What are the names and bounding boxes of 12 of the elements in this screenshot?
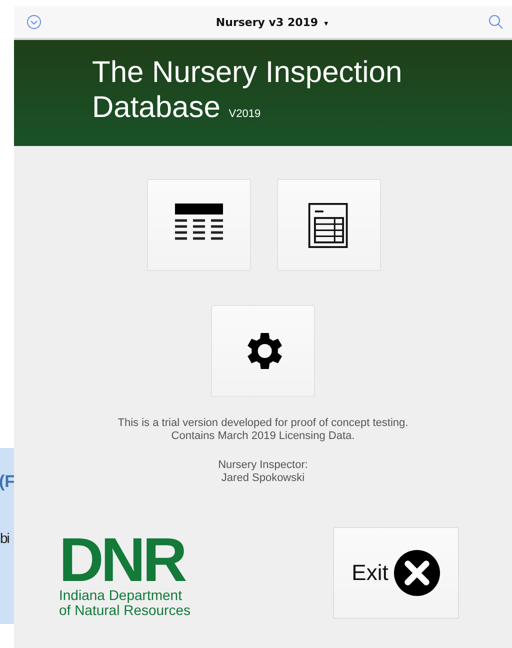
- chevron-down-icon[interactable]: [26, 14, 42, 30]
- settings-tile[interactable]: [211, 305, 315, 397]
- list-tile[interactable]: [147, 179, 251, 271]
- trial-notice: This is a trial version developed for proof of concept testing. Contains March 2019 Licensing Data.: [118, 417, 408, 443]
- exit-button[interactable]: Exit: [333, 527, 459, 619]
- close-icon: [394, 550, 440, 596]
- search-icon[interactable]: [488, 14, 504, 30]
- database-title-menu[interactable]: Nursery v3 2019 ▾: [216, 16, 328, 28]
- window-text: bi: [0, 530, 10, 546]
- inspector-name: Nursery Inspector: Jared Spokowski: [218, 459, 308, 485]
- form-tile[interactable]: [277, 179, 381, 271]
- app-title: The Nursery Inspection Database V2019: [92, 54, 402, 126]
